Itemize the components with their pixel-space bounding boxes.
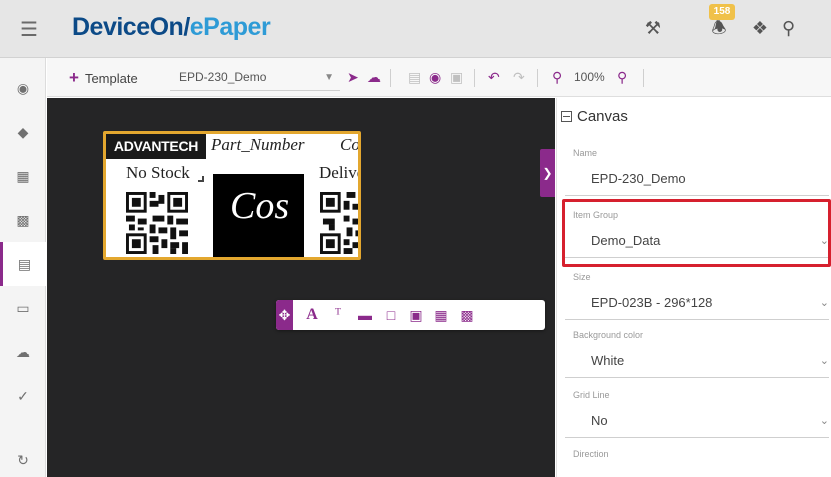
undo-icon[interactable]: ↶ <box>488 58 500 97</box>
zoom-out-icon[interactable]: ⚲ <box>617 58 627 97</box>
template-select-value: EPD-230_Demo <box>179 70 267 84</box>
background-color-value: White <box>591 353 625 368</box>
grid-line-value: No <box>591 413 608 428</box>
tag-icon[interactable]: ◆ <box>0 110 46 154</box>
copy-icon[interactable]: ▤ <box>408 58 421 97</box>
toolbar-divider <box>390 69 391 87</box>
wand-icon[interactable]: ✓ <box>0 374 46 418</box>
chevron-down-icon: ⌄ <box>819 355 829 367</box>
hammer-icon[interactable]: ⚒ <box>643 18 663 38</box>
chevron-down-icon: ⌄ <box>819 297 829 309</box>
deliver-field[interactable]: Deliver <box>319 163 358 183</box>
sync-icon[interactable]: ↻ <box>0 438 46 477</box>
direction-label: Direction <box>573 449 609 459</box>
name-label: Name <box>573 148 598 158</box>
properties-panel: Canvas Name EPD-230_Demo Item Group Demo… <box>556 98 831 477</box>
bell-icon[interactable]: 🕭 <box>706 18 732 38</box>
notification-count-badge: 158 <box>709 4 735 20</box>
background-color-label: Background color <box>573 330 644 340</box>
resize-handle[interactable] <box>198 176 204 182</box>
rectangle-tool-icon[interactable]: □ <box>382 300 400 330</box>
line-tool-icon[interactable]: ▬ <box>356 300 374 330</box>
top-header: ☰ DeviceOn/ePaper ⚒ 🕭 158 ❖ ⚲ <box>0 0 831 58</box>
name-input-value: EPD-230_Demo <box>591 171 686 186</box>
add-template-label: Template <box>84 71 138 86</box>
qr-code-icon[interactable] <box>320 190 361 256</box>
epaper-template[interactable]: ADVANTECH Part_Number Cost No Stock Deli… <box>103 131 361 260</box>
user-icon[interactable]: ⚲ <box>782 18 795 38</box>
editor-toolbar: + Template EPD-230_Demo ▼ ➤ ☁ ▤ ◉ ▣ ↶ ↷ ⚲… <box>47 58 831 97</box>
design-canvas[interactable]: ADVANTECH Part_Number Cost No Stock Deli… <box>47 98 555 477</box>
brand-product: ePaper <box>189 13 271 41</box>
size-value: EPD-023B - 296*128 <box>591 295 713 310</box>
name-input[interactable]: EPD-230_Demo <box>565 162 829 196</box>
app-logo: DeviceOn/ePaper <box>72 13 271 42</box>
cost-value-text: Cos <box>230 185 290 227</box>
panel-title[interactable]: Canvas <box>561 108 628 125</box>
cloud-icon[interactable]: ☁ <box>0 330 46 374</box>
zoom-in-icon[interactable]: ⚲ <box>552 58 562 97</box>
size-label: Size <box>573 272 591 282</box>
add-template-button[interactable]: + Template <box>69 58 138 97</box>
chevron-down-icon: ▼ <box>324 72 334 83</box>
upload-cloud-icon[interactable]: ☁ <box>367 58 381 97</box>
toolbar-divider <box>537 69 538 87</box>
image-icon[interactable]: ▩ <box>0 198 46 242</box>
panel-title-text: Canvas <box>577 108 628 125</box>
sidebar: ◉ ◆ ▦ ▩ ▤ ▭ ☁ ✓ ↻ <box>0 58 46 477</box>
text-field-tool-icon[interactable]: ᵀ <box>329 300 347 330</box>
no-stock-field[interactable]: No Stock <box>126 163 190 183</box>
template-select[interactable]: EPD-230_Demo ▼ <box>170 64 340 91</box>
toolbar-divider <box>643 69 644 87</box>
qrcode-tool-icon[interactable]: ▩ <box>458 300 476 330</box>
chevron-down-icon: ⌄ <box>819 415 829 427</box>
dashboard-icon[interactable]: ◉ <box>0 66 46 110</box>
redo-icon[interactable]: ↷ <box>513 58 525 97</box>
background-color-select[interactable]: White ⌄ <box>565 344 829 378</box>
monitor-icon[interactable]: ▭ <box>0 286 46 330</box>
element-toolbar: ✥ A ᵀ ▬ □ ▣ ▦ ▩ <box>276 300 545 330</box>
template-icon[interactable]: ▤ <box>0 242 46 286</box>
qr-code-icon[interactable] <box>126 190 188 256</box>
brand-name: DeviceOn/ <box>72 13 190 41</box>
size-select[interactable]: EPD-023B - 296*128 ⌄ <box>565 286 829 320</box>
preview-icon[interactable]: ◉ <box>429 58 441 97</box>
grid-line-label: Grid Line <box>573 390 610 400</box>
barcode-tool-icon[interactable]: ▦ <box>432 300 450 330</box>
plus-icon: + <box>69 68 79 87</box>
delete-icon[interactable]: ▣ <box>450 58 463 97</box>
hamburger-icon[interactable]: ☰ <box>0 0 58 58</box>
cost-value-box[interactable]: Cos <box>213 174 304 257</box>
chevron-right-icon[interactable]: ❯ <box>540 149 555 197</box>
table-icon[interactable]: ▦ <box>0 154 46 198</box>
save-icon[interactable]: ➤ <box>347 58 359 97</box>
collapse-icon <box>561 111 572 122</box>
zoom-level: 100% <box>574 70 605 84</box>
cost-field[interactable]: Cost <box>340 135 358 155</box>
part-number-field[interactable]: Part_Number <box>211 135 305 155</box>
direction-select[interactable] <box>565 461 829 477</box>
text-tool-icon[interactable]: A <box>303 300 321 330</box>
image-tool-icon[interactable]: ▣ <box>407 300 425 330</box>
grid-line-select[interactable]: No ⌄ <box>565 404 829 438</box>
help-circle-icon[interactable]: ❖ <box>750 18 770 38</box>
drag-handle-icon[interactable]: ✥ <box>276 300 293 330</box>
item-group-highlight <box>562 199 831 267</box>
advantech-logo[interactable]: ADVANTECH <box>106 134 206 159</box>
toolbar-divider <box>474 69 475 87</box>
